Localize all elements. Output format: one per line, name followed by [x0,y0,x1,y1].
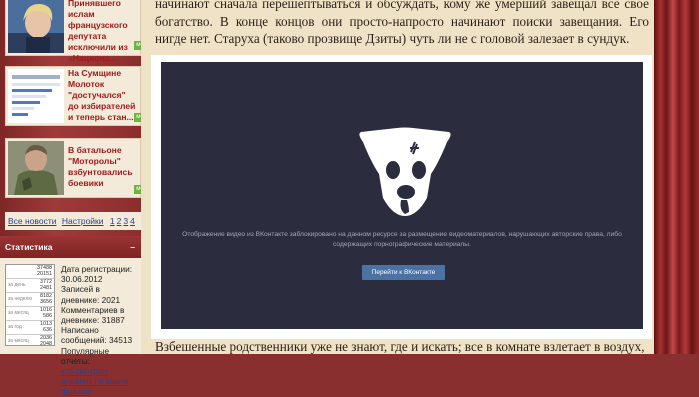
counter-row: за неделю 8182 3656 [6,293,54,307]
page-link-4[interactable]: 4 [130,216,135,226]
all-news-link[interactable]: Все новости [8,216,56,226]
page-link-1[interactable]: 1 [110,216,115,226]
counter-row: за день 3772 2481 [6,279,54,293]
settings-link[interactable]: Настройки [62,216,104,226]
news-thumbnail-politician [8,0,64,53]
popular-reports-label: Популярные отчеты: [61,345,110,366]
news-item[interactable]: На Сумщине Молоток "достучался" до избир… [5,66,146,126]
counter-row: за месяц 1016 586 [6,307,54,321]
page-link-3[interactable]: 3 [123,216,128,226]
vk-sad-dog-icon [359,127,451,216]
article-paragraph: Взбешенные родственники уже не знают, гд… [155,339,645,354]
stats-title: Статистика [5,242,53,252]
visit-counter[interactable]: 37488 20151 за день 3772 2481 за неделю 81… [5,264,55,346]
counter-row: 37488 20151 [6,265,54,279]
news-headline: На Сумщине Молоток "достучался" до избир… [68,68,136,122]
stats-details: Дата регистрации: 30.06.2012 Записей в д… [61,264,139,397]
stats-header[interactable]: Статистика – [0,236,141,258]
article-paragraph: начинают сначала перешептываться и обсуж… [155,0,649,46]
video-player-blocked[interactable]: Отображение видео из ВКонтакте заблокиро… [161,62,643,329]
left-sidebar: Принявшего ислам французского депутата и… [0,0,146,396]
collapse-icon[interactable]: – [130,236,135,258]
diary-comments-count: Комментариев в дневнике: 31887 [61,304,125,326]
diary-posts-count: Записей в дневнике: 2021 [61,284,121,305]
curtain-decoration [654,0,699,354]
messages-count: Написано сообщений: 34513 [61,325,133,346]
news-thumbnail-table [8,69,64,123]
counter-row: за месяц 2036 2048 [8,335,52,347]
counter-row: за год 1013 636 [6,321,54,335]
news-item[interactable]: В батальоне "Моторолы" взбунтовались бое… [5,138,146,198]
registration-date: Дата регистрации: 30.06.2012 [61,264,133,285]
news-headline: В батальоне "Моторолы" взбунтовались бое… [68,145,133,188]
news-item[interactable]: Принявшего ислам французского депутата и… [5,0,146,63]
news-pagination: Все новости Настройки 1234 [5,212,141,230]
news-headline: Принявшего ислам французского депутата и… [68,0,128,63]
article-main: начинают сначала перешептываться и обсуж… [141,0,654,354]
page-link-2[interactable]: 2 [117,216,122,226]
video-embed-frame: Отображение видео из ВКонтакте заблокиро… [151,55,652,339]
go-to-vk-button[interactable]: Перейти к ВКонтакте [362,265,445,280]
news-thumbnail-soldier [8,141,64,195]
video-blocked-message: Отображение видео из ВКонтакте заблокиро… [182,231,622,248]
search-phrases-link[interactable]: кто смотрел дневник по каким фразам [61,366,139,397]
stats-panel: 37488 20151 за день 3772 2481 за неделю 81… [0,258,141,396]
